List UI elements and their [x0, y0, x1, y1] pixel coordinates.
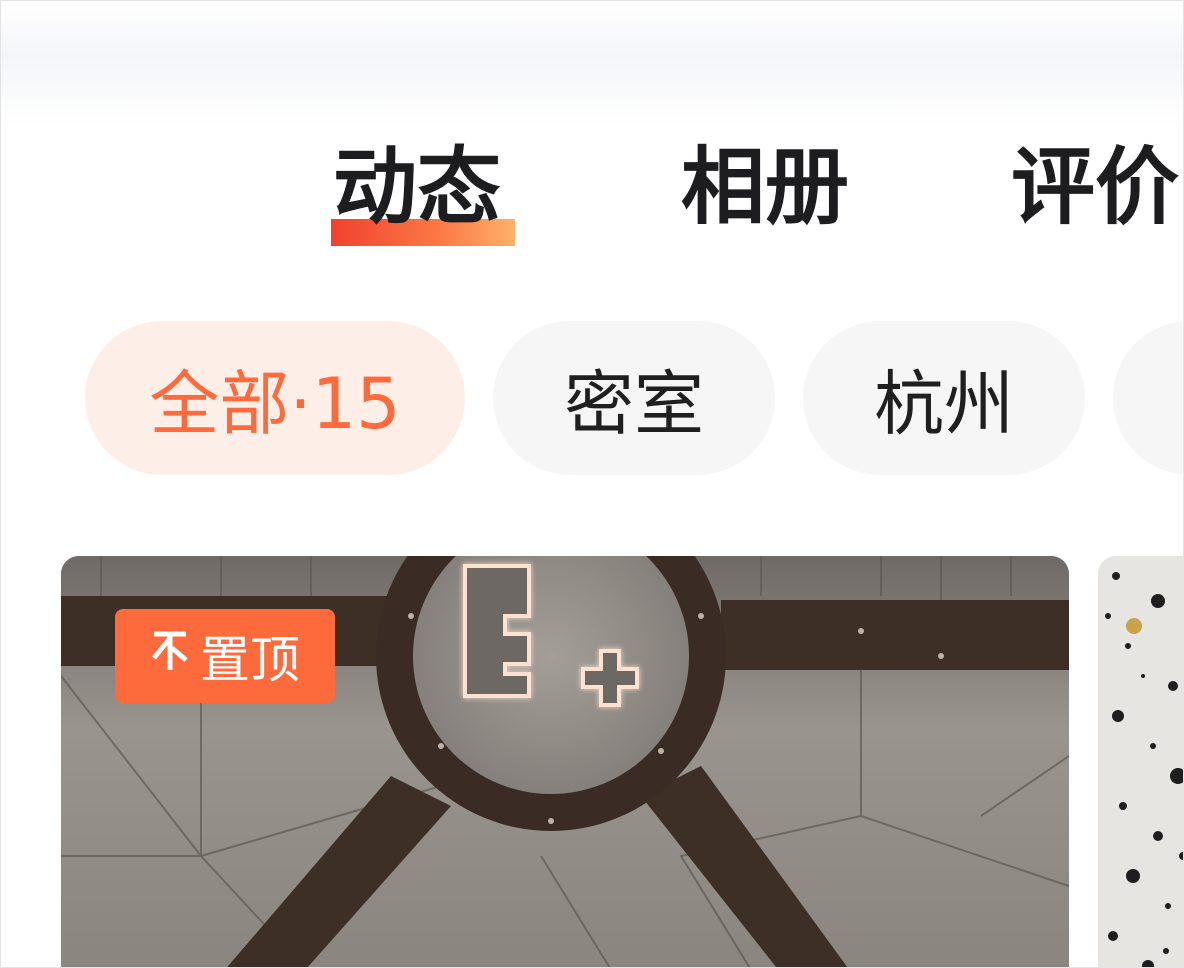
tab-label: 动态 — [333, 138, 502, 236]
filter-chip-more[interactable] — [1113, 321, 1183, 475]
filter-chip-escape-room[interactable]: 密室 — [493, 321, 775, 475]
filter-chip-all[interactable]: 全部·15 — [85, 321, 465, 475]
tab-reviews[interactable]: 评价 — [1011, 141, 1179, 251]
page: 动态 相册 评价 全部·15 密室 杭州 置顶 — [0, 0, 1184, 968]
filter-chip-hangzhou[interactable]: 杭州 — [803, 321, 1085, 475]
filter-chip-label: 全部·15 — [149, 362, 401, 445]
tab-dynamic[interactable]: 动态 — [333, 141, 501, 251]
pin-icon — [150, 628, 190, 684]
filter-chip-label: 密室 — [564, 362, 704, 445]
filter-chip-label: 杭州 — [874, 362, 1014, 445]
post-card[interactable] — [1098, 556, 1183, 967]
tab-label: 相册 — [681, 138, 850, 236]
header-backdrop — [1, 1, 1183, 126]
tab-bar: 动态 相册 评价 — [1, 141, 1183, 251]
tab-label: 评价 — [1011, 138, 1180, 236]
terrazzo-photo — [1098, 556, 1183, 967]
pinned-label: 置顶 — [200, 631, 300, 689]
tab-album[interactable]: 相册 — [681, 141, 849, 251]
pinned-badge: 置顶 — [115, 609, 335, 703]
